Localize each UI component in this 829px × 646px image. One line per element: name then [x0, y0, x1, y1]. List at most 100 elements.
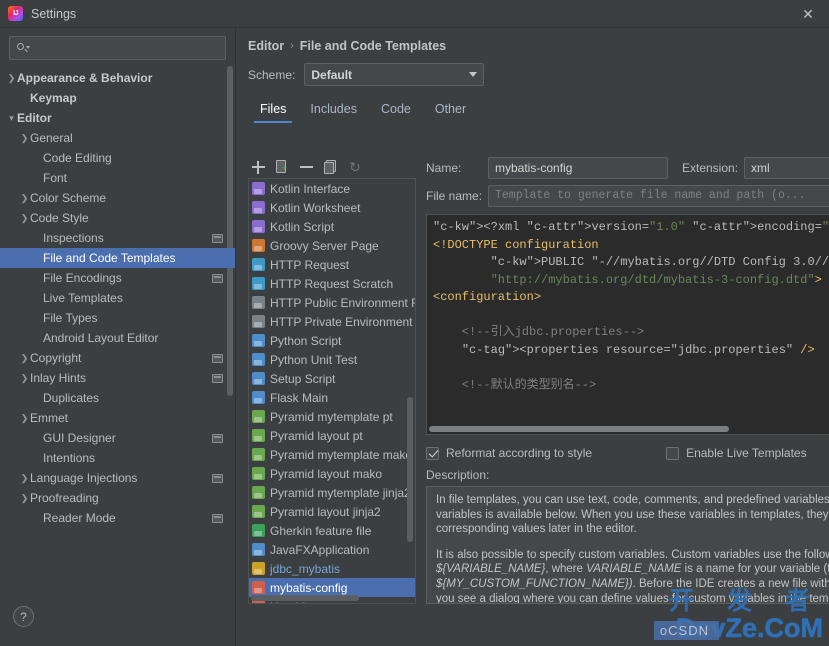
template-list-item[interactable]: Gherkin feature file	[249, 521, 415, 540]
template-list-item[interactable]: Pyramid mytemplate pt	[249, 407, 415, 426]
template-list-item[interactable]: HTTP Private Environment	[249, 312, 415, 331]
live-templates-checkbox[interactable]	[666, 446, 680, 460]
template-list-item-label: Pyramid mytemplate jinja2	[270, 485, 411, 500]
chevron-right-icon[interactable]: ❯	[19, 193, 30, 203]
sidebar-item-inlay-hints[interactable]: ❯ Inlay Hints	[0, 368, 235, 388]
chevron-right-icon[interactable]: ❯	[6, 73, 17, 83]
sidebar-item-appearance-behavior[interactable]: ❯ Appearance & Behavior	[0, 68, 235, 88]
template-list-item-label: HTTP Request	[270, 257, 350, 272]
sidebar-item-copyright[interactable]: ❯ Copyright	[0, 348, 235, 368]
description-box[interactable]: In file templates, you can use text, cod…	[426, 486, 829, 604]
reset-icon: ↻	[349, 159, 361, 175]
file-template-icon	[252, 429, 265, 442]
template-list-scrollbar[interactable]	[407, 397, 413, 542]
file-template-icon	[252, 315, 265, 328]
template-list-hscrollbar[interactable]	[251, 595, 359, 601]
template-list-item[interactable]: HTTP Public Environment F	[249, 293, 415, 312]
sidebar-item-emmet[interactable]: ❯ Emmet	[0, 408, 235, 428]
sidebar-item-intentions[interactable]: Intentions	[0, 448, 235, 468]
sidebar-item-label: File and Code Templates	[43, 251, 176, 265]
chevron-right-icon[interactable]: ❯	[19, 213, 30, 223]
template-list-item[interactable]: Pyramid mytemplate jinja2	[249, 483, 415, 502]
chevron-down-icon[interactable]: ▾	[6, 113, 17, 123]
template-list-item[interactable]: Pyramid layout pt	[249, 426, 415, 445]
sidebar-item-general[interactable]: ❯ General	[0, 128, 235, 148]
sidebar-item-file-encodings[interactable]: File Encodings	[0, 268, 235, 288]
template-list-item-label: HTTP Request Scratch	[270, 276, 394, 291]
close-icon[interactable]: ✕	[793, 2, 823, 26]
sidebar-item-editor[interactable]: ▾ Editor	[0, 108, 235, 128]
chevron-right-icon[interactable]: ❯	[19, 133, 30, 143]
settings-content: Editor › File and Code Templates Scheme:…	[236, 28, 829, 646]
chevron-right-icon[interactable]: ❯	[19, 473, 30, 483]
scheme-label: Scheme:	[248, 67, 296, 82]
template-list-item[interactable]: Python Unit Test	[249, 350, 415, 369]
template-list-item-label: jdbc_mybatis	[270, 561, 341, 576]
sidebar-item-keymap[interactable]: Keymap	[0, 88, 235, 108]
sidebar-item-font[interactable]: Font	[0, 168, 235, 188]
file-template-icon	[252, 524, 265, 537]
template-list-item[interactable]: Pyramid layout mako	[249, 464, 415, 483]
tab-other[interactable]: Other	[423, 98, 478, 123]
sidebar-item-gui-designer[interactable]: GUI Designer	[0, 428, 235, 448]
sidebar-item-proofreading[interactable]: ❯ Proofreading	[0, 488, 235, 508]
name-field[interactable]: mybatis-config	[488, 156, 668, 179]
template-list-item[interactable]: Kotlin Interface	[249, 179, 415, 198]
chevron-right-icon[interactable]: ❯	[19, 493, 30, 503]
breadcrumb-parent[interactable]: Editor	[248, 39, 284, 53]
template-list-item[interactable]: Pyramid layout jinja2	[249, 502, 415, 521]
code-editor-hscrollbar[interactable]	[429, 426, 729, 432]
template-list-item[interactable]: jdbc_mybatis	[249, 559, 415, 578]
file-name-field[interactable]: Template to generate file name and path …	[488, 184, 829, 207]
search-box[interactable]	[9, 36, 226, 60]
template-list[interactable]: Kotlin Interface Kotlin Worksheet Kotlin S…	[248, 178, 416, 604]
sidebar-item-file-types[interactable]: File Types	[0, 308, 235, 328]
help-icon[interactable]: ?	[13, 606, 34, 627]
template-list-item[interactable]: Kotlin Worksheet	[249, 198, 415, 217]
duplicate-icon[interactable]	[323, 159, 339, 175]
template-list-item[interactable]: Kotlin Script	[249, 217, 415, 236]
sidebar-item-file-and-code-templates[interactable]: File and Code Templates	[0, 248, 235, 268]
sidebar-item-label: Font	[43, 171, 68, 185]
scheme-dropdown[interactable]: Default	[304, 63, 485, 86]
sidebar-item-android-layout-editor[interactable]: Android Layout Editor	[0, 328, 235, 348]
chevron-right-icon[interactable]: ❯	[19, 353, 30, 363]
template-list-item[interactable]: HTTP Request	[249, 255, 415, 274]
file-template-icon	[252, 505, 265, 518]
template-list-item[interactable]: Pyramid mytemplate makc	[249, 445, 415, 464]
code-line: "http://mybatis.org/dtd/mybatis-3-config…	[490, 272, 822, 287]
template-list-item-label: Pyramid layout jinja2	[270, 504, 381, 519]
settings-dialog: Settings ✕ ❯Appearance & BehaviorKeymap▾…	[0, 0, 829, 646]
sidebar-item-language-injections[interactable]: ❯ Language Injections	[0, 468, 235, 488]
template-list-item[interactable]: JavaFXApplication	[249, 540, 415, 559]
sidebar-item-label: GUI Designer	[43, 431, 116, 445]
file-template-icon	[252, 372, 265, 385]
chevron-right-icon[interactable]: ❯	[19, 413, 30, 423]
extension-field[interactable]: xml	[744, 156, 829, 179]
copy-template-icon[interactable]	[275, 159, 291, 175]
sidebar-item-live-templates[interactable]: Live Templates	[0, 288, 235, 308]
template-list-item[interactable]: Groovy Server Page	[249, 236, 415, 255]
sidebar-item-code-style[interactable]: ❯ Code Style	[0, 208, 235, 228]
tab-includes[interactable]: Includes	[298, 98, 369, 123]
sidebar-item-code-editing[interactable]: Code Editing	[0, 148, 235, 168]
sidebar-item-color-scheme[interactable]: ❯ Color Scheme	[0, 188, 235, 208]
file-template-icon	[252, 201, 265, 214]
template-code-editor[interactable]: "c-kw"><?xml "c-attr">version="1.0" "c-a…	[426, 214, 829, 435]
reformat-checkbox[interactable]	[426, 446, 439, 460]
template-list-item[interactable]: Flask Main	[249, 388, 415, 407]
template-list-item[interactable]: HTTP Request Scratch	[249, 274, 415, 293]
remove-icon[interactable]	[299, 159, 315, 175]
template-list-item[interactable]: Python Script	[249, 331, 415, 350]
tab-code[interactable]: Code	[369, 98, 423, 123]
add-icon[interactable]	[251, 159, 267, 175]
sidebar-item-reader-mode[interactable]: Reader Mode	[0, 508, 235, 528]
sidebar-item-duplicates[interactable]: Duplicates	[0, 388, 235, 408]
chevron-right-icon[interactable]: ❯	[19, 373, 30, 383]
code-line: <configuration>	[433, 290, 542, 304]
template-list-item[interactable]: Setup Script	[249, 369, 415, 388]
search-input[interactable]	[33, 37, 219, 59]
tab-files[interactable]: Files	[248, 98, 298, 123]
sidebar-item-label: Reader Mode	[43, 511, 116, 525]
sidebar-item-inspections[interactable]: Inspections	[0, 228, 235, 248]
